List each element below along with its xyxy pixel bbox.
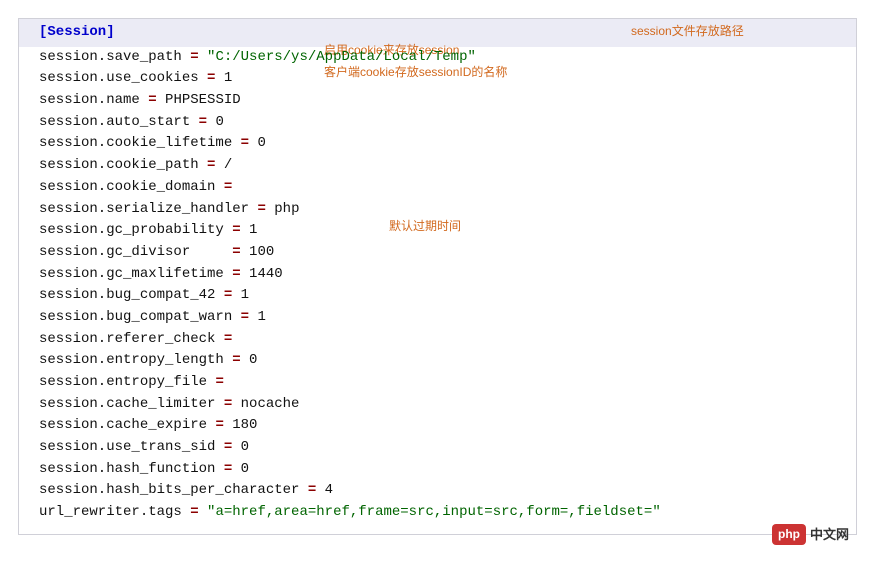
- config-value: 1: [215, 70, 232, 86]
- config-line: session.use_cookies = 1: [39, 68, 846, 90]
- equals-sign: =: [148, 92, 156, 108]
- equals-sign: =: [224, 179, 232, 195]
- config-line: session.cookie_domain =: [39, 177, 846, 199]
- config-key: session.use_trans_sid: [39, 439, 215, 455]
- config-value: 0: [249, 135, 266, 151]
- config-line: url_rewriter.tags = "a=href,area=href,fr…: [39, 502, 846, 524]
- watermark-badge: php: [772, 524, 806, 545]
- config-key: session.gc_divisor: [39, 244, 224, 260]
- config-value: PHPSESSID: [157, 92, 241, 108]
- config-line: session.bug_compat_warn = 1: [39, 307, 846, 329]
- equals-sign: =: [232, 266, 240, 282]
- equals-sign: =: [241, 309, 249, 325]
- equals-sign: =: [232, 222, 240, 238]
- config-value: "a=href,area=href,frame=src,input=src,fo…: [199, 504, 661, 520]
- config-value: 0: [207, 114, 224, 130]
- config-key: session.cookie_domain: [39, 179, 215, 195]
- config-key: session.cache_limiter: [39, 396, 215, 412]
- config-line: session.cache_limiter = nocache: [39, 394, 846, 416]
- config-key: session.serialize_handler: [39, 201, 249, 217]
- config-body: session文件存放路径 启用cookie来存放session 客户端cook…: [19, 47, 856, 534]
- watermark: php 中文网: [772, 524, 849, 545]
- config-line: session.entropy_length = 0: [39, 350, 846, 372]
- equals-sign: =: [232, 352, 240, 368]
- config-line: session.referer_check =: [39, 329, 846, 351]
- config-value: 1: [249, 309, 266, 325]
- equals-sign: =: [224, 439, 232, 455]
- equals-sign: =: [224, 331, 232, 347]
- comment-save-path: session文件存放路径: [631, 22, 744, 41]
- config-line: session.serialize_handler = php: [39, 199, 846, 221]
- config-line: session.bug_compat_42 = 1: [39, 285, 846, 307]
- section-header: [Session]: [39, 24, 115, 40]
- config-key: session.bug_compat_warn: [39, 309, 232, 325]
- config-line: session.gc_probability = 1: [39, 220, 846, 242]
- config-key: session.hash_function: [39, 461, 215, 477]
- config-key: session.use_cookies: [39, 70, 199, 86]
- config-line: session.cache_expire = 180: [39, 415, 846, 437]
- config-key: session.entropy_length: [39, 352, 224, 368]
- equals-sign: =: [215, 417, 223, 433]
- config-line: session.entropy_file =: [39, 372, 846, 394]
- config-line: session.name = PHPSESSID: [39, 90, 846, 112]
- config-line: session.gc_divisor = 100: [39, 242, 846, 264]
- config-key: session.gc_maxlifetime: [39, 266, 224, 282]
- config-value: 1: [241, 222, 258, 238]
- config-line: session.hash_bits_per_character = 4: [39, 480, 846, 502]
- config-line: session.auto_start = 0: [39, 112, 846, 134]
- config-value: /: [215, 157, 232, 173]
- config-line: session.cookie_lifetime = 0: [39, 133, 846, 155]
- config-value: 0: [241, 352, 258, 368]
- config-value: 1: [232, 287, 249, 303]
- config-value: 1440: [241, 266, 283, 282]
- equals-sign: =: [232, 244, 240, 260]
- config-line: session.hash_function = 0: [39, 459, 846, 481]
- config-key: session.cookie_path: [39, 157, 199, 173]
- equals-sign: =: [190, 49, 198, 65]
- config-value: 0: [232, 461, 249, 477]
- config-key: session.cache_expire: [39, 417, 207, 433]
- equals-sign: =: [257, 201, 265, 217]
- config-key: session.referer_check: [39, 331, 215, 347]
- equals-sign: =: [308, 482, 316, 498]
- config-value: php: [266, 201, 300, 217]
- config-key: session.save_path: [39, 49, 182, 65]
- equals-sign: =: [199, 114, 207, 130]
- config-key: session.hash_bits_per_character: [39, 482, 299, 498]
- code-block: [Session] session文件存放路径 启用cookie来存放sessi…: [18, 18, 857, 535]
- equals-sign: =: [190, 504, 198, 520]
- config-key: session.gc_probability: [39, 222, 224, 238]
- config-value: 180: [224, 417, 258, 433]
- config-value: "C:/Users/ys/AppData/Local/Temp": [199, 49, 476, 65]
- equals-sign: =: [215, 374, 223, 390]
- config-key: session.auto_start: [39, 114, 190, 130]
- config-line: session.cookie_path = /: [39, 155, 846, 177]
- config-key: session.bug_compat_42: [39, 287, 215, 303]
- config-value: 4: [316, 482, 333, 498]
- config-line: session.gc_maxlifetime = 1440: [39, 264, 846, 286]
- config-value: 100: [241, 244, 275, 260]
- equals-sign: =: [224, 287, 232, 303]
- config-key: session.name: [39, 92, 140, 108]
- config-key: session.cookie_lifetime: [39, 135, 232, 151]
- config-value: 0: [232, 439, 249, 455]
- equals-sign: =: [224, 396, 232, 412]
- config-value: nocache: [232, 396, 299, 412]
- equals-sign: =: [241, 135, 249, 151]
- config-line: session.save_path = "C:/Users/ys/AppData…: [39, 47, 846, 69]
- config-key: session.entropy_file: [39, 374, 207, 390]
- config-line: session.use_trans_sid = 0: [39, 437, 846, 459]
- equals-sign: =: [224, 461, 232, 477]
- watermark-text: 中文网: [810, 525, 849, 545]
- config-key: url_rewriter.tags: [39, 504, 182, 520]
